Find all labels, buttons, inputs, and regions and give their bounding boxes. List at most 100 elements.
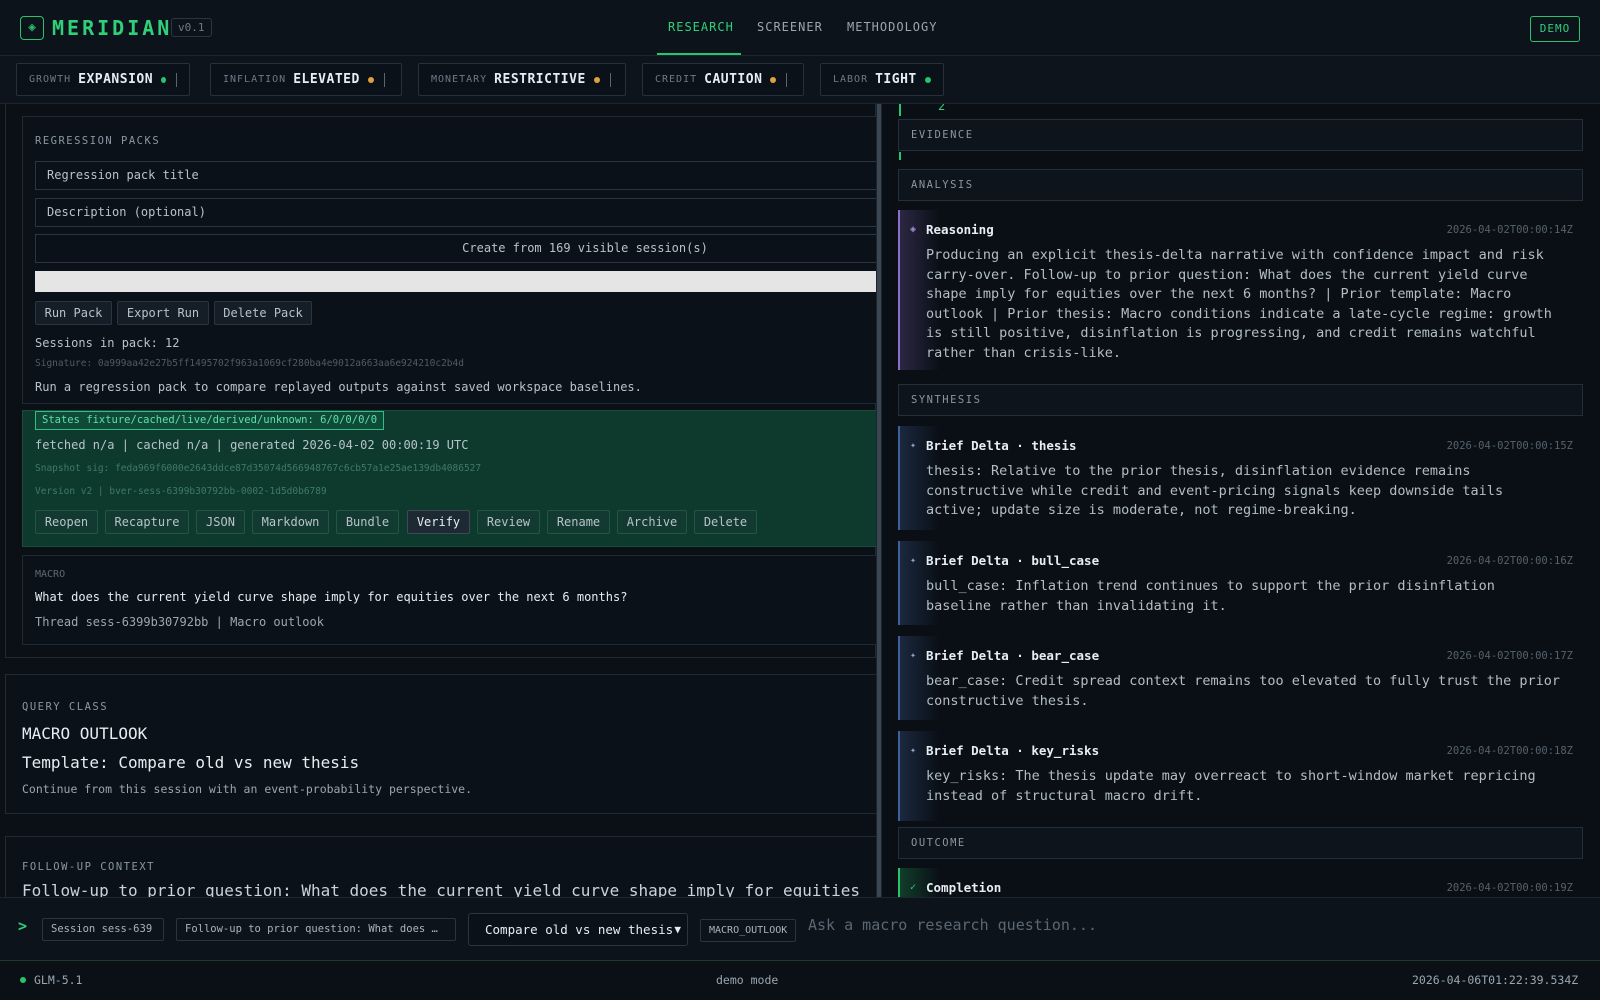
left-scrollbar-thumb[interactable] [877,104,881,897]
event-timestamp: 2026-04-02T00:00:15Z [1446,440,1573,452]
session-pill[interactable]: Session sess-639 [42,918,164,941]
demo-button[interactable]: DEMO [1530,16,1580,42]
section-heading: FOLLOW-UP CONTEXT [22,861,155,873]
regime-key: CREDIT [655,74,698,85]
divider [609,72,611,87]
event-timestamp: 2026-04-02T00:00:14Z [1446,224,1573,236]
delete-session-button[interactable]: Delete [694,510,757,534]
regime-value: ELEVATED [293,72,360,87]
event-title: Reasoning [926,222,994,237]
phase-outcome[interactable]: OUTCOME [898,827,1583,859]
reopen-button[interactable]: Reopen [35,510,98,534]
event-body: bull_case: Inflation trend continues to … [926,578,1495,614]
sessions-count: Sessions in pack: 12 [35,336,180,350]
brand-name: MERIDIAN [52,16,173,40]
followup-pill[interactable]: Follow-up to prior question: What does … [176,918,456,941]
session-question: What does the current yield curve shape … [35,590,628,604]
snapshot-signature: Snapshot sig: feda969f6000e2643ddce87d35… [35,463,482,474]
timeline-connector [899,104,901,116]
sparkle-icon: ✦ [910,650,917,661]
top-bar: ◈ MERIDIAN v0.1 RESEARCH SCREENER METHOD… [0,0,1600,56]
sparkle-icon: ✦ [910,440,917,451]
sparkle-icon: ✦ [910,745,917,756]
status-dot-icon [161,76,167,83]
fetch-info: fetched n/a | cached n/a | generated 202… [35,438,469,452]
mode-label: demo mode [716,973,779,987]
regime-chip-credit[interactable]: CREDIT CAUTION [642,63,804,96]
version-info: Version v2 | bver-sess-6399b30792bb-0002… [35,486,327,497]
query-input-bar: > Session sess-639 Follow-up to prior qu… [0,897,1600,961]
regime-key: MONETARY [431,74,488,85]
event-title: Completion [926,880,1002,895]
session-card[interactable]: MACRO What does the current yield curve … [22,555,876,645]
states-badge: States fixture/cached/live/derived/unkno… [35,411,385,430]
section-heading: REGRESSION PACKS [35,135,161,147]
tab-methodology[interactable]: METHODOLOGY [847,20,937,34]
delete-pack-button[interactable]: Delete Pack [214,301,312,325]
phase-analysis[interactable]: ANALYSIS [898,169,1583,201]
divider [383,72,385,87]
event-title: Brief Delta · key_risks [926,743,1100,758]
session-card-selected[interactable]: States fixture/cached/live/derived/unkno… [22,410,876,547]
status-dot-icon [770,76,777,83]
timeline-event-delta-risks[interactable]: ✦ Brief Delta · key_risks 2026-04-02T00:… [898,731,1583,821]
timeline-event-completion[interactable]: ✓ Completion 2026-04-02T00:00:19Z [898,868,1583,897]
logo-icon: ◈ [20,16,44,40]
phase-evidence[interactable]: EVIDENCE [898,119,1583,151]
regression-packs-panel: REGRESSION PACKS Regression pack title D… [22,116,876,404]
tab-research[interactable]: RESEARCH [668,20,734,34]
active-tab-indicator [657,53,741,55]
event-body: bear_case: Credit spread context remains… [926,673,1560,709]
event-body: Producing an explicit thesis-delta narra… [926,247,1552,361]
tab-screener[interactable]: SCREENER [757,20,823,34]
run-pack-button[interactable]: Run Pack [35,301,112,325]
regime-key: GROWTH [29,74,72,85]
review-button[interactable]: Review [477,510,540,534]
regime-chip-labor[interactable]: LABOR TIGHT [820,63,944,96]
query-class-pill[interactable]: MACRO_OUTLOOK [700,919,796,942]
regime-chip-growth[interactable]: GROWTH EXPANSION [16,63,190,96]
regime-chip-monetary[interactable]: MONETARY RESTRICTIVE [418,63,626,96]
phase-synthesis[interactable]: SYNTHESIS [898,384,1583,416]
regime-strip: GROWTH EXPANSION INFLATION ELEVATED MONE… [0,56,1600,104]
regime-chip-inflation[interactable]: INFLATION ELEVATED [210,63,402,96]
verify-button[interactable]: Verify [407,510,470,534]
divider [786,72,788,87]
pack-select[interactable] [35,271,876,292]
event-title: Brief Delta · bull_case [926,553,1100,568]
left-column: REGRESSION PACKS Regression pack title D… [0,104,876,897]
create-pack-button[interactable]: Create from 169 visible session(s) [35,234,876,263]
timeline-event-delta-bull[interactable]: ✦ Brief Delta · bull_case 2026-04-02T00:… [898,541,1583,625]
event-title: Brief Delta · thesis [926,438,1077,453]
regime-key: LABOR [833,74,869,85]
status-dot-icon [20,977,26,983]
export-run-button[interactable]: Export Run [117,301,209,325]
markdown-export-button[interactable]: Markdown [252,510,329,534]
chevron-down-icon: ▼ [674,923,681,936]
recapture-button[interactable]: Recapture [105,510,189,534]
regression-hint: Run a regression pack to compare replaye… [35,380,642,394]
ask-input[interactable]: Ask a macro research question... [808,916,1097,934]
regime-key: INFLATION [223,74,287,85]
version-badge: v0.1 [171,18,212,37]
bundle-button[interactable]: Bundle [336,510,399,534]
archive-button[interactable]: Archive [617,510,687,534]
template-select-value: Compare old vs new thesis [485,922,674,937]
query-class-note: Continue from this session with an event… [22,782,473,796]
event-timestamp: 2026-04-02T00:00:16Z [1446,555,1573,567]
timeline-event-reasoning[interactable]: ◈ Reasoning 2026-04-02T00:00:14Z Produci… [898,210,1583,370]
template-select[interactable]: Compare old vs new thesis ▼ [468,913,688,946]
rename-button[interactable]: Rename [547,510,610,534]
pack-title-input[interactable]: Regression pack title [35,161,876,190]
event-timestamp: 2026-04-02T00:00:17Z [1446,650,1573,662]
status-dot-icon [593,76,600,83]
event-body: thesis: Relative to the prior thesis, di… [926,463,1504,518]
status-dot-icon [367,76,374,83]
pack-description-input[interactable]: Description (optional) [35,198,876,227]
query-class-panel: QUERY CLASS MACRO OUTLOOK Template: Comp… [5,674,876,814]
timeline-event-delta-thesis[interactable]: ✦ Brief Delta · thesis 2026-04-02T00:00:… [898,426,1583,530]
timeline-connector [899,152,901,160]
timeline-panel: 2 EVIDENCE ANALYSIS ◈ Reasoning 2026-04-… [882,104,1600,897]
timeline-event-delta-bear[interactable]: ✦ Brief Delta · bear_case 2026-04-02T00:… [898,636,1583,720]
json-export-button[interactable]: JSON [196,510,245,534]
